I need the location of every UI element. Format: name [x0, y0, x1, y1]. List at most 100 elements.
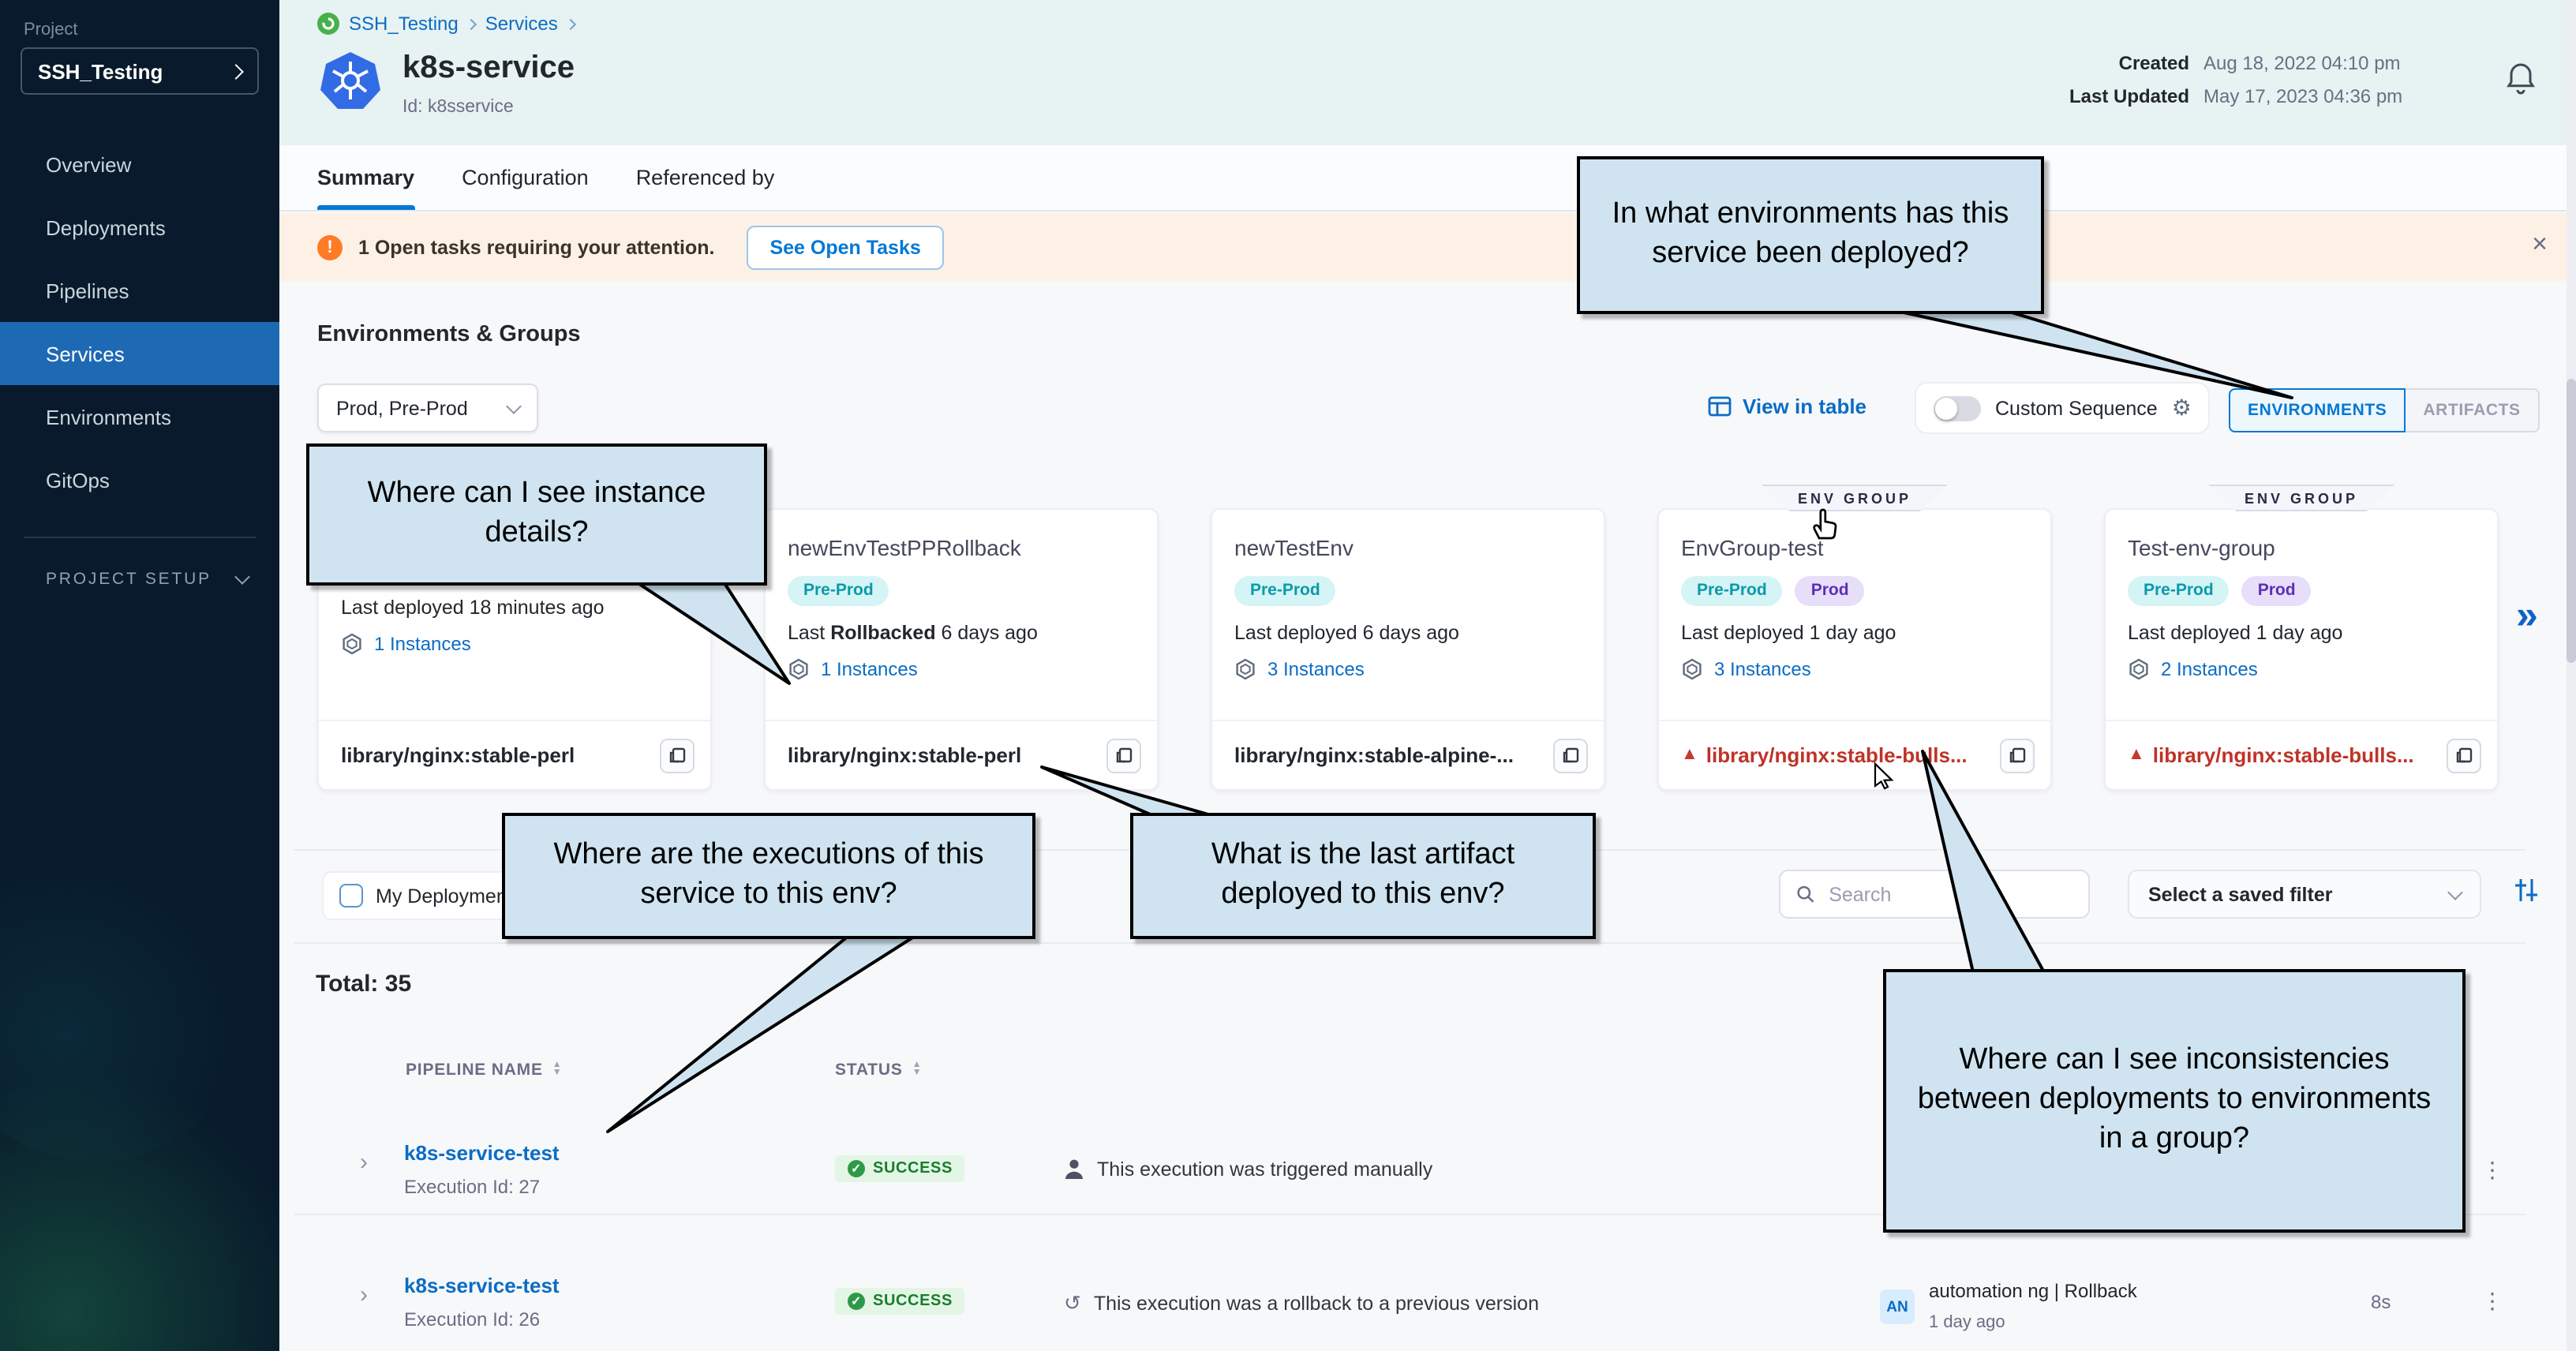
- custom-sequence-control: Custom Sequence ⚙: [1915, 382, 2211, 434]
- custom-sequence-label: Custom Sequence: [1995, 397, 2158, 419]
- rollback-icon: ↺: [1064, 1291, 1081, 1316]
- env-card-name: Test-env-group: [2128, 535, 2475, 560]
- execution-id: Execution Id: 26: [404, 1308, 540, 1330]
- created-label: Created: [2044, 52, 2189, 74]
- artifacts-toggle-button[interactable]: ARTIFACTS: [2406, 388, 2539, 432]
- view-in-table-button[interactable]: View in table: [1708, 395, 1866, 418]
- copy-icon[interactable]: [2447, 738, 2481, 773]
- sidebar-divider: [24, 537, 256, 538]
- sidebar-project-setup[interactable]: PROJECT SETUP: [0, 570, 279, 589]
- instances-hexagon-icon: [1234, 658, 1256, 680]
- env-card-5[interactable]: ENV GROUP Test-env-group Pre-Prod Prod L…: [2104, 508, 2499, 791]
- tab-referenced-by[interactable]: Referenced by: [636, 145, 775, 210]
- copy-icon[interactable]: [1553, 738, 1588, 773]
- scroll-right-chevrons[interactable]: »: [2516, 593, 2538, 639]
- search-input[interactable]: [1825, 881, 2072, 907]
- tab-summary[interactable]: Summary: [317, 145, 414, 210]
- app-root: Project SSH_Testing Overview Deployments…: [0, 0, 2576, 1351]
- breadcrumb-services-link[interactable]: Services: [485, 13, 558, 35]
- trigger-author: automation ng | Rollback: [1929, 1280, 2137, 1302]
- tab-bar: Summary Configuration Referenced by: [279, 145, 2576, 211]
- artifact-row: library/nginx:stable-perl: [319, 720, 710, 789]
- breadcrumb: SSH_Testing Services: [317, 13, 575, 35]
- row-menu-icon[interactable]: ⋮: [2481, 1157, 2503, 1184]
- user-icon: [1064, 1158, 1084, 1181]
- callout-last-artifact: What is the last artifact deployed to th…: [1130, 813, 1596, 939]
- sort-icon: ▲▼: [912, 1061, 923, 1079]
- copy-icon[interactable]: [1106, 738, 1141, 773]
- last-deployed-text: Last Rollbacked 6 days ago: [788, 622, 1135, 644]
- page-header: SSH_Testing Services k8s-service Id: k8s…: [279, 0, 2576, 145]
- env-card-name: newEnvTestPPRollback: [788, 535, 1135, 560]
- row-expander-icon[interactable]: ›: [360, 1282, 368, 1308]
- duration: 8s: [2371, 1291, 2391, 1313]
- trigger-info: This execution was triggered manually: [1064, 1158, 1432, 1181]
- trigger-info: ↺ This execution was a rollback to a pre…: [1064, 1291, 1539, 1316]
- column-header-pipeline-name[interactable]: PIPELINE NAME ▲▼: [406, 1061, 562, 1080]
- env-card-2[interactable]: newEnvTestPPRollback Pre-Prod Last Rollb…: [764, 508, 1159, 791]
- see-open-tasks-button[interactable]: See Open Tasks: [746, 225, 944, 269]
- updated-value: May 17, 2023 04:36 pm: [2203, 85, 2402, 107]
- artifact-name: library/nginx:stable-alpine-...: [1234, 743, 1514, 767]
- instances-link[interactable]: 3 Instances: [1681, 658, 2028, 680]
- env-type-chip: Pre-Prod: [1681, 576, 1783, 606]
- env-type-chip: Pre-Prod: [2128, 576, 2230, 606]
- sidebar-item-services[interactable]: Services: [0, 322, 279, 385]
- project-name: SSH_Testing: [38, 59, 163, 83]
- env-artifact-segmented: ENVIRONMENTS ARTIFACTS: [2229, 388, 2540, 432]
- artifact-row: library/nginx:stable-alpine-...: [1212, 720, 1604, 789]
- instances-hexagon-icon: [341, 633, 363, 655]
- breadcrumb-separator-icon: [566, 18, 577, 29]
- artifact-name: library/nginx:stable-perl: [788, 743, 1021, 767]
- instances-link[interactable]: 1 Instances: [788, 658, 1135, 680]
- project-selector[interactable]: SSH_Testing: [21, 47, 259, 95]
- total-count: Total: 35: [316, 971, 411, 997]
- page-title: k8s-service: [402, 51, 575, 87]
- sidebar-item-overview[interactable]: Overview: [0, 133, 279, 196]
- notifications-bell-icon[interactable]: [2505, 60, 2537, 95]
- instances-hexagon-icon: [2128, 658, 2150, 680]
- breadcrumb-project-link[interactable]: SSH_Testing: [349, 13, 459, 35]
- pipeline-link[interactable]: k8s-service-test: [404, 1141, 560, 1165]
- kubernetes-icon: [320, 51, 380, 110]
- row-menu-icon[interactable]: ⋮: [2481, 1288, 2503, 1315]
- env-card-name: EnvGroup-test: [1681, 535, 2028, 560]
- project-label: Project: [24, 21, 279, 39]
- env-group-badge: ENV GROUP: [1762, 485, 1948, 511]
- row-expander-icon[interactable]: ›: [360, 1149, 368, 1176]
- section-divider: [294, 942, 2525, 944]
- callout-environments-deployed: In what environments has this service be…: [1577, 156, 2044, 314]
- pipeline-link[interactable]: k8s-service-test: [404, 1274, 560, 1297]
- env-card-4[interactable]: ENV GROUP EnvGroup-test Pre-Prod Prod La…: [1657, 508, 2052, 791]
- section-heading: Environments & Groups: [317, 322, 581, 347]
- custom-sequence-toggle[interactable]: [1934, 395, 1981, 421]
- instances-link[interactable]: 3 Instances: [1234, 658, 1582, 680]
- saved-filter-select[interactable]: Select a saved filter: [2128, 870, 2481, 919]
- my-deployments-checkbox[interactable]: [339, 884, 363, 908]
- env-group-badge: ENV GROUP: [2208, 485, 2394, 511]
- env-card-3[interactable]: newTestEnv Pre-Prod Last deployed 6 days…: [1211, 508, 1605, 791]
- copy-icon[interactable]: [2000, 738, 2035, 773]
- env-type-chip: Prod: [2242, 576, 2312, 606]
- instances-link[interactable]: 2 Instances: [2128, 658, 2475, 680]
- table-icon: [1708, 396, 1732, 417]
- environments-toggle-button[interactable]: ENVIRONMENTS: [2229, 388, 2406, 432]
- copy-icon[interactable]: [660, 738, 695, 773]
- callout-inconsistencies: Where can I see inconsistencies between …: [1883, 969, 2466, 1233]
- search-box: [1779, 870, 2090, 919]
- last-deployed-text: Last deployed 6 days ago: [1234, 622, 1582, 644]
- column-header-status[interactable]: STATUS ▲▼: [835, 1061, 922, 1080]
- close-icon[interactable]: ×: [2532, 229, 2548, 260]
- gear-icon[interactable]: ⚙: [2172, 395, 2192, 421]
- sidebar-item-environments[interactable]: Environments: [0, 385, 279, 448]
- artifact-row: ▲library/nginx:stable-bulls...: [2106, 720, 2497, 789]
- sidebar-item-pipelines[interactable]: Pipelines: [0, 259, 279, 322]
- filter-sliders-icon[interactable]: [2513, 878, 2540, 903]
- env-type-filter-select[interactable]: Prod, Pre-Prod: [317, 384, 538, 432]
- sidebar-item-deployments[interactable]: Deployments: [0, 196, 279, 259]
- scrollbar[interactable]: [2567, 0, 2576, 1351]
- warning-icon: !: [317, 234, 343, 260]
- tab-configuration[interactable]: Configuration: [462, 145, 589, 210]
- sidebar-item-gitops[interactable]: GitOps: [0, 448, 279, 511]
- instances-link[interactable]: 1 Instances: [341, 633, 688, 655]
